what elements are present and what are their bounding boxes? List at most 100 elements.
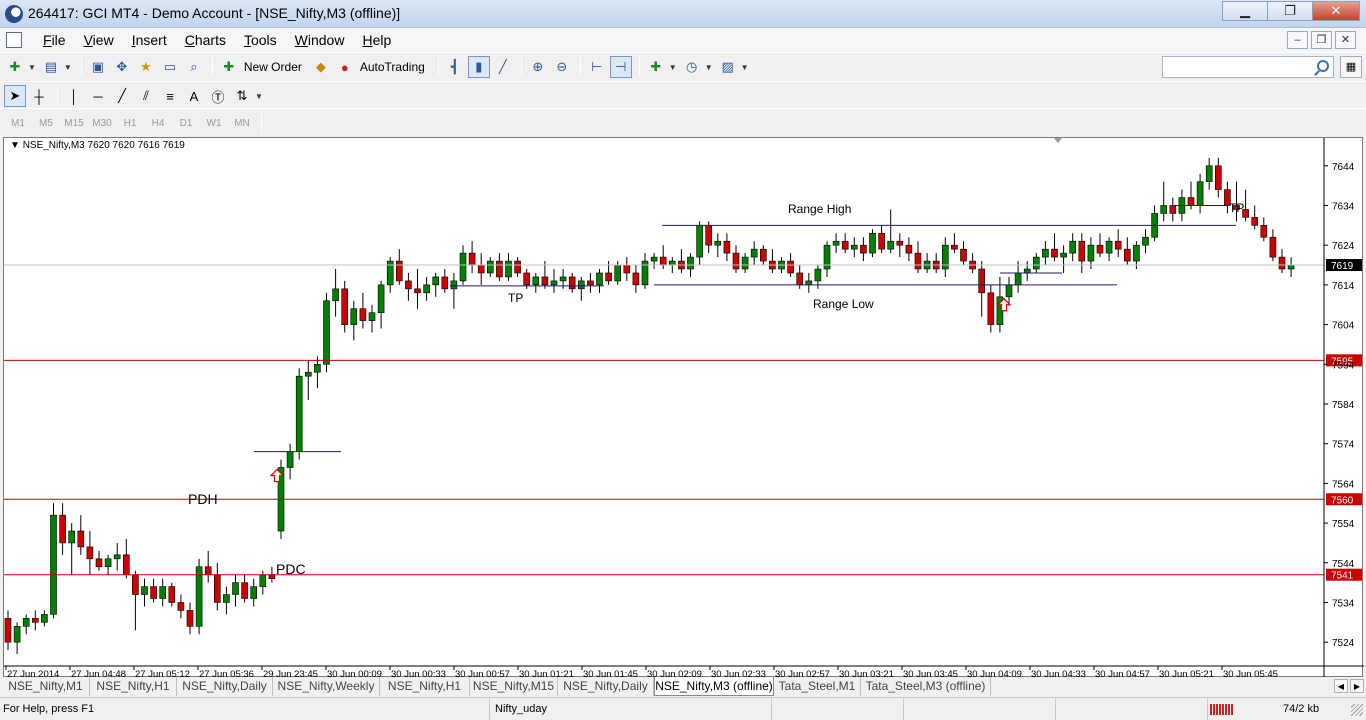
bear-candle[interactable] (896, 240, 904, 246)
close-button[interactable]: ✕ (1312, 1, 1360, 21)
bull-candle[interactable] (195, 566, 203, 627)
templates-icon[interactable]: ▨ (717, 56, 739, 78)
bear-candle[interactable] (841, 240, 849, 250)
bull-candle[interactable] (223, 594, 230, 603)
bull-candle[interactable] (486, 260, 494, 274)
bull-candle[interactable] (232, 582, 239, 595)
bull-candle[interactable] (505, 260, 512, 278)
indicators-icon[interactable]: ✚ (645, 56, 667, 78)
bear-candle[interactable] (705, 225, 713, 246)
bull-candle[interactable] (1087, 244, 1095, 262)
tab-nse-nifty-m1[interactable]: NSE_Nifty,M1 (2, 677, 90, 696)
bull-candle[interactable] (368, 312, 376, 321)
bull-candle[interactable] (1142, 236, 1149, 246)
bull-candle[interactable] (1205, 165, 1213, 182)
tp-right-label[interactable]: TP (1229, 201, 1244, 215)
bull-candle[interactable] (750, 248, 758, 258)
bear-candle[interactable] (1114, 240, 1122, 250)
chart-shift-icon[interactable]: ⊣ (609, 56, 632, 78)
dropdown-arrow-icon[interactable]: ▼ (741, 63, 749, 72)
bear-candle[interactable] (987, 292, 995, 325)
bear-candle[interactable] (405, 280, 412, 290)
bear-candle[interactable] (905, 244, 913, 254)
bull-candle[interactable] (50, 514, 57, 615)
bull-candle[interactable] (577, 280, 585, 290)
bear-candle[interactable] (587, 280, 594, 286)
tab-nse-nifty-h1[interactable]: NSE_Nifty,H1 (90, 677, 177, 696)
bull-candle[interactable] (1105, 240, 1113, 254)
bull-candle[interactable] (1042, 248, 1049, 258)
bull-candle[interactable] (832, 240, 840, 246)
connection-status-icon[interactable] (1210, 704, 1234, 715)
trendline-icon[interactable]: ╱ (111, 85, 133, 107)
bull-candle[interactable] (1069, 240, 1076, 254)
cursor-icon[interactable]: ➤ (4, 85, 26, 107)
text-label-icon[interactable]: Ⓣ (207, 85, 229, 107)
bull-candle[interactable] (559, 276, 567, 282)
zoom-out-icon[interactable]: ⊖ (551, 56, 573, 78)
text-icon[interactable]: A (183, 85, 205, 107)
navigator-icon[interactable]: ★ (135, 56, 157, 78)
bear-candle[interactable] (414, 288, 421, 294)
menu-help[interactable]: Help (353, 31, 400, 49)
bear-candle[interactable] (1169, 205, 1177, 214)
bull-candle[interactable] (377, 284, 385, 313)
tabs-scroll-left-icon[interactable]: ◀ (1334, 679, 1348, 693)
auto-trading-icon[interactable]: ● (334, 56, 356, 78)
dropdown-arrow-icon[interactable]: ▼ (669, 63, 677, 72)
chart-document-icon[interactable] (6, 32, 22, 48)
bear-candle[interactable] (723, 240, 731, 254)
bull-candle[interactable] (332, 288, 339, 302)
bull-candle[interactable] (869, 232, 876, 254)
bull-candle[interactable] (423, 284, 430, 294)
periods-clock-icon[interactable]: ◷ (681, 56, 703, 78)
bull-candle[interactable] (714, 240, 722, 246)
horizontal-line-icon[interactable]: ─ (87, 85, 109, 107)
bear-candle[interactable] (204, 566, 212, 575)
bull-candle[interactable] (805, 280, 813, 286)
bear-candle[interactable] (177, 602, 185, 611)
bar-chart-icon[interactable]: ┫ (444, 56, 466, 78)
bear-candle[interactable] (1251, 217, 1258, 226)
bear-candle[interactable] (123, 554, 130, 575)
bull-candle[interactable] (696, 225, 703, 258)
bear-candle[interactable] (477, 264, 485, 274)
bear-candle[interactable] (1051, 248, 1058, 258)
bear-candle[interactable] (1187, 197, 1195, 206)
bear-candle[interactable] (4, 618, 12, 643)
tab-tata-steel-m3-offline[interactable]: Tata_Steel,M3 (offline) (861, 677, 991, 696)
bear-candle[interactable] (732, 252, 740, 270)
bull-candle[interactable] (550, 280, 558, 286)
bull-candle[interactable] (459, 252, 467, 282)
bear-candle[interactable] (1096, 244, 1104, 254)
minimize-button[interactable]: ▁ (1222, 1, 1268, 21)
search-icon[interactable] (1317, 60, 1329, 72)
bear-candle[interactable] (59, 514, 66, 544)
bear-candle[interactable] (1215, 165, 1222, 190)
bull-candle[interactable] (22, 618, 30, 627)
bull-candle[interactable] (13, 626, 21, 643)
line-chart-icon[interactable]: ╱ (492, 56, 514, 78)
bear-candle[interactable] (214, 574, 221, 603)
range-low-label[interactable]: Range Low (813, 297, 874, 311)
arrows-icon[interactable]: ⇅ (231, 85, 253, 107)
menu-charts[interactable]: Charts (176, 31, 235, 49)
bear-candle[interactable] (632, 272, 640, 286)
bull-candle[interactable] (450, 280, 458, 290)
bear-candle[interactable] (1078, 240, 1086, 262)
menu-view[interactable]: View (75, 31, 123, 49)
maximize-button[interactable]: ❐ (1267, 1, 1313, 21)
bull-candle[interactable] (1160, 205, 1167, 214)
bear-candle[interactable] (496, 260, 503, 278)
bear-candle[interactable] (441, 276, 449, 290)
bear-candle[interactable] (514, 260, 521, 274)
bull-candle[interactable] (1014, 272, 1022, 286)
bear-candle[interactable] (150, 586, 157, 599)
bull-candle[interactable] (814, 268, 822, 282)
bear-candle[interactable] (978, 268, 986, 294)
bull-candle[interactable] (286, 451, 294, 468)
bull-candle[interactable] (432, 276, 440, 286)
bull-candle[interactable] (596, 272, 603, 286)
bear-candle[interactable] (1269, 236, 1277, 258)
bear-candle[interactable] (914, 252, 922, 270)
